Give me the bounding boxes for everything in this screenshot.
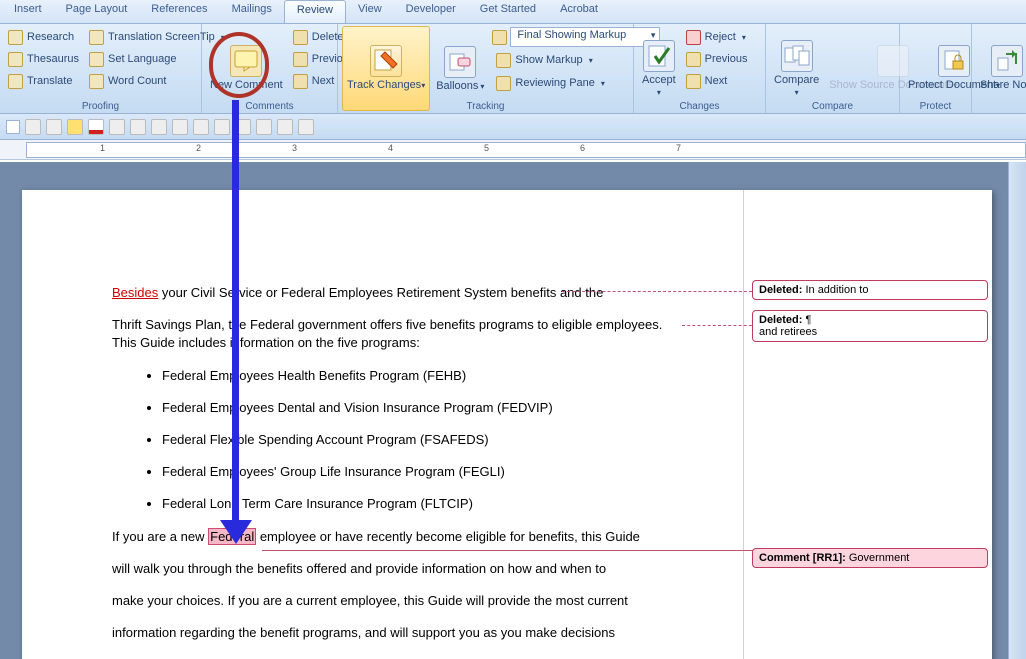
ribbon-tabs: Insert Page Layout References Mailings R… (0, 0, 1026, 24)
show-markup-icon (496, 53, 511, 68)
reviewing-pane-icon (496, 76, 511, 91)
list-item: Federal Employees' Group Life Insurance … (162, 463, 672, 481)
reject-icon (686, 30, 701, 45)
next-icon (293, 74, 308, 89)
quick-access-toolbar (0, 114, 1026, 140)
group-label: Tracking (338, 101, 633, 112)
list-item: Federal Employees Dental and Vision Insu… (162, 399, 672, 417)
group-changes: Accept▾ Reject▾ Previous Next Changes (634, 24, 766, 113)
qat-icon[interactable] (214, 119, 230, 135)
tab-view[interactable]: View (346, 0, 394, 23)
qat-icon[interactable] (151, 119, 167, 135)
borders-icon[interactable] (130, 119, 146, 135)
document-area: Besides your Civil Service or Federal Em… (0, 162, 1026, 659)
translate-button[interactable]: Translate (4, 70, 83, 92)
balloon-deleted[interactable]: Deleted: In addition to (752, 280, 988, 300)
group-tracking: Track Changes▾ Balloons▾ Final Showing M… (338, 24, 634, 113)
redo-icon[interactable] (46, 119, 62, 135)
tab-page-layout[interactable]: Page Layout (54, 0, 140, 23)
previous-change-button[interactable]: Previous (682, 48, 752, 70)
print-icon[interactable] (256, 119, 272, 135)
group-label: Changes (634, 101, 765, 112)
next-change-icon (686, 74, 701, 89)
new-comment-button[interactable]: New Comment (206, 26, 287, 111)
protect-icon (938, 45, 970, 77)
vertical-scrollbar[interactable] (1008, 162, 1026, 659)
group-compare: Compare▾ Show Source Documents▾ Compare (766, 24, 900, 113)
track-changes-icon (370, 45, 402, 77)
screentip-icon (89, 30, 104, 45)
paragraph-mark-icon[interactable] (172, 119, 188, 135)
balloons-button[interactable]: Balloons▾ (432, 26, 488, 111)
previous-change-icon (686, 52, 701, 67)
thesaurus-button[interactable]: Thesaurus (4, 48, 83, 70)
commented-range[interactable]: Federal (208, 528, 256, 545)
balloon-comment[interactable]: Comment [RR1]: Government (752, 548, 988, 568)
balloon-deleted[interactable]: Deleted: ¶ and retirees (752, 310, 988, 342)
tab-review[interactable]: Review (284, 0, 346, 23)
highlight-icon[interactable] (67, 119, 83, 135)
spellcheck-icon[interactable] (298, 119, 314, 135)
previous-icon (293, 52, 308, 67)
reject-button[interactable]: Reject▾ (682, 26, 752, 48)
ribbon: Research Thesaurus Translate Translation… (0, 24, 1026, 114)
qat-icon[interactable] (277, 119, 293, 135)
group-comments: New Comment Delete▾ Previous Next Commen… (202, 24, 338, 113)
tab-developer[interactable]: Developer (394, 0, 468, 23)
share-icon (991, 45, 1023, 77)
inserted-text: Besides (112, 285, 158, 300)
research-icon (8, 30, 23, 45)
document-body[interactable]: Besides your Civil Service or Federal Em… (112, 284, 672, 656)
accept-icon (643, 40, 675, 72)
tab-insert[interactable]: Insert (2, 0, 54, 23)
language-icon (89, 52, 104, 67)
balloons-icon (444, 46, 476, 78)
tab-get-started[interactable]: Get Started (468, 0, 548, 23)
list-item: Federal Employees Health Benefits Progra… (162, 367, 672, 385)
group-label: Comments (202, 101, 337, 112)
qat-icon[interactable] (109, 119, 125, 135)
thesaurus-icon (8, 52, 23, 67)
group-share: Share Now (972, 24, 1022, 113)
accept-button[interactable]: Accept▾ (638, 26, 680, 111)
undo-icon[interactable] (25, 119, 41, 135)
markup-pane: Deleted: In addition to Deleted: ¶ and r… (752, 280, 988, 578)
horizontal-ruler[interactable]: 1234567 (0, 140, 1026, 160)
list-item: Federal Flexible Spending Account Progra… (162, 431, 672, 449)
group-label: Proofing (0, 101, 201, 112)
research-button[interactable]: Research (4, 26, 83, 48)
new-comment-icon (230, 45, 262, 77)
group-protect: Protect Document▾ Protect (900, 24, 972, 113)
compare-icon (781, 40, 813, 72)
track-changes-button[interactable]: Track Changes▾ (342, 26, 430, 111)
tab-acrobat[interactable]: Acrobat (548, 0, 610, 23)
tab-references[interactable]: References (139, 0, 219, 23)
next-change-button[interactable]: Next (682, 70, 752, 92)
tab-mailings[interactable]: Mailings (220, 0, 284, 23)
delete-icon (293, 30, 308, 45)
group-label: Compare (766, 101, 899, 112)
translate-icon (8, 74, 23, 89)
qat-icon[interactable] (235, 119, 251, 135)
qat-icon[interactable] (193, 119, 209, 135)
group-label: Protect (900, 101, 971, 112)
group-proofing: Research Thesaurus Translate Translation… (0, 24, 202, 113)
display-for-review-icon (492, 30, 507, 45)
list-item: Federal Long Term Care Insurance Program… (162, 495, 672, 513)
document-page[interactable]: Besides your Civil Service or Federal Em… (22, 190, 992, 659)
word-count-icon (89, 74, 104, 89)
share-now-button[interactable]: Share Now (976, 26, 1026, 111)
compare-button[interactable]: Compare▾ (770, 26, 823, 111)
qat-handle[interactable] (6, 120, 20, 134)
font-color-icon[interactable] (88, 119, 104, 135)
